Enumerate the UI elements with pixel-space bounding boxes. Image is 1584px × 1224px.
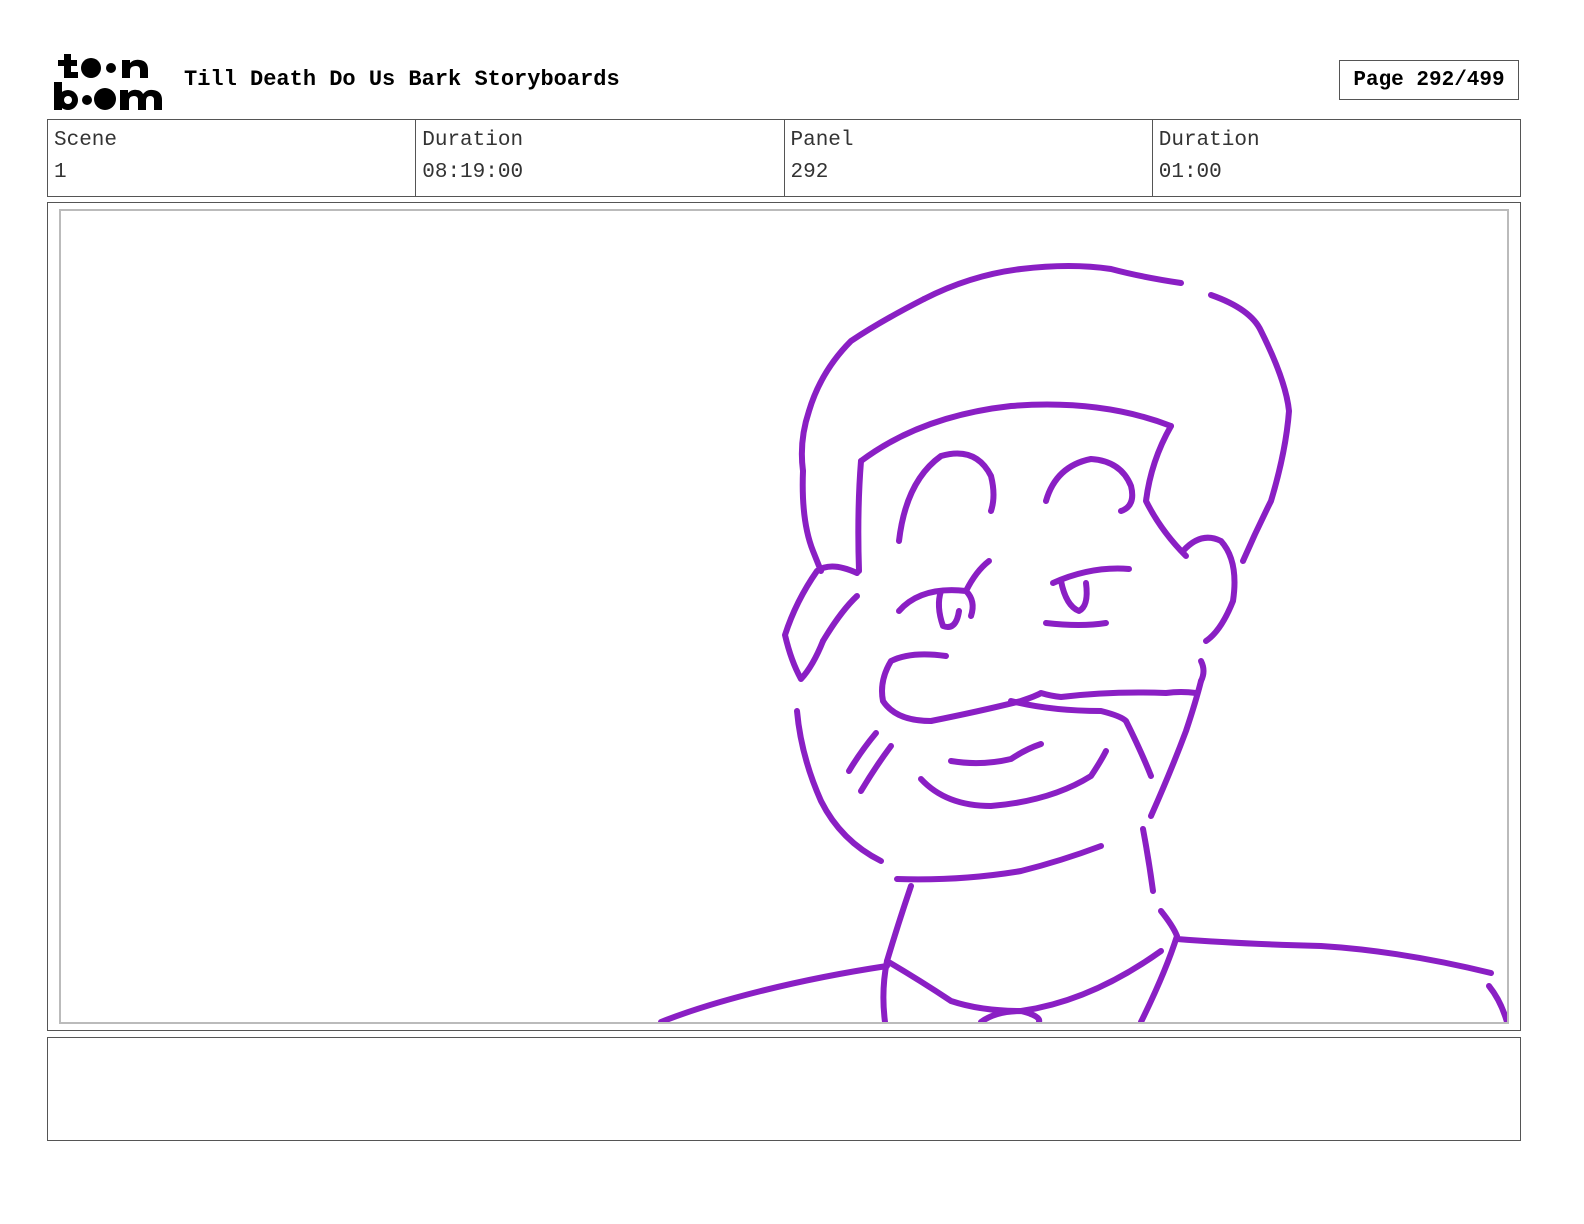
document-title: Till Death Do Us Bark Storyboards (184, 67, 620, 92)
scene-duration-cell: Duration 08:19:00 (416, 120, 785, 196)
scene-cell: Scene 1 (48, 120, 417, 196)
toon-boom-logo (54, 54, 162, 110)
panel-label: Panel (790, 129, 854, 152)
panel-duration-value: 01:00 (1158, 161, 1222, 184)
panel-duration-cell: Duration 01:00 (1153, 120, 1520, 196)
character-sketch (658, 263, 1507, 1022)
scene-value: 1 (54, 161, 67, 184)
scene-info-table: Scene 1 Duration 08:19:00 Panel 292 Dura… (47, 119, 1521, 197)
panel-notes-box (47, 1037, 1521, 1141)
scene-label: Scene (54, 129, 118, 152)
panel-value: 292 (790, 161, 829, 184)
scene-duration-value: 08:19:00 (422, 161, 524, 184)
panel-cell: Panel 292 (785, 120, 1153, 196)
scene-duration-label: Duration (422, 129, 524, 152)
panel-duration-label: Duration (1158, 129, 1260, 152)
page-indicator: Page 292/499 (1339, 60, 1519, 100)
panel-image-area (59, 209, 1509, 1024)
